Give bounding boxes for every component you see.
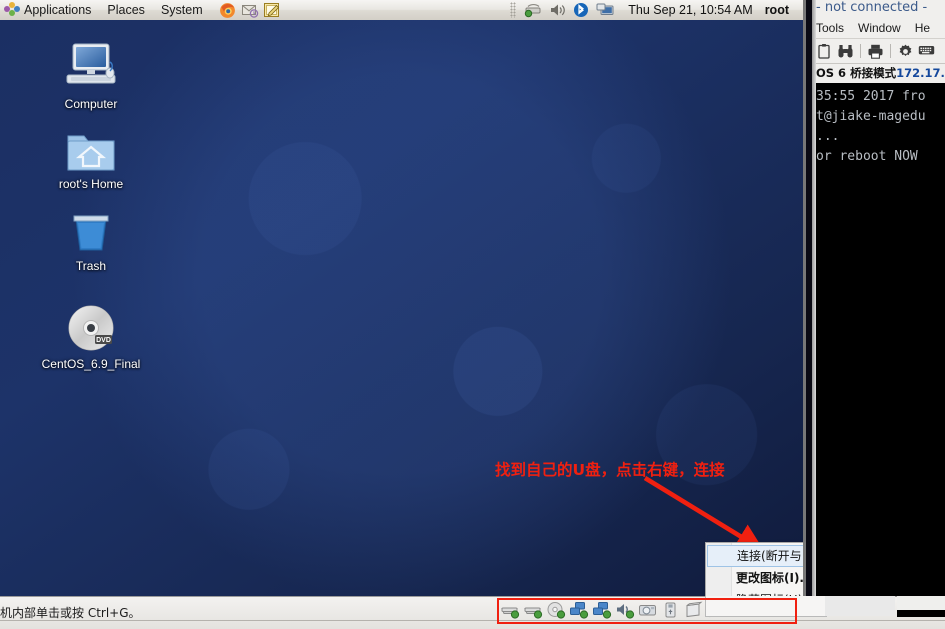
- securecrt-session-tab[interactable]: OS 6 桥接模式 172.17.2: [816, 64, 945, 82]
- panel-clock[interactable]: Thu Sep 21, 10:54 AM: [618, 3, 762, 17]
- securecrt-bottom-strip: [897, 610, 945, 617]
- desktop-icon-label: root's Home: [58, 177, 124, 191]
- session-tab-label: OS 6 桥接模式: [816, 66, 897, 80]
- menu-system[interactable]: System: [153, 1, 211, 20]
- securecrt-menubar: Tools Window He: [816, 18, 945, 39]
- network-icon[interactable]: [522, 1, 544, 20]
- securecrt-toolbar: [816, 39, 945, 64]
- gnome-top-panel: Applications Places System Thu Sep 21, 1…: [0, 0, 803, 21]
- status-bar-divider: [0, 620, 945, 621]
- securecrt-statusbar: [897, 596, 945, 610]
- panel-tray: Thu Sep 21, 10:54 AM root: [506, 1, 803, 20]
- securecrt-titlebar: - not connected -: [816, 0, 928, 15]
- context-menu-item-hide-icon[interactable]: 隐藏图标(H): [706, 589, 803, 596]
- vmware-status-message: 机内部单击或按 Ctrl+G。: [0, 606, 141, 620]
- desktop-icon-trash[interactable]: Trash: [31, 202, 151, 273]
- panel-grip[interactable]: [510, 2, 517, 18]
- desktop-wallpaper[interactable]: Computer root's Home Trash DVD CentOS_6.…: [0, 20, 803, 596]
- home-folder-icon: [31, 120, 151, 174]
- desktop-icon-centos-dvd[interactable]: DVD CentOS_6.9_Final: [31, 300, 151, 371]
- toolbar-separator: [860, 44, 861, 58]
- print-icon[interactable]: [867, 43, 884, 60]
- bluetooth-icon[interactable]: [570, 1, 592, 20]
- terminal-output[interactable]: 35:55 2017 fro t@jiake-magedu ... or reb…: [816, 83, 945, 596]
- svg-text:DVD: DVD: [96, 337, 111, 344]
- menu-applications[interactable]: Applications: [0, 1, 99, 20]
- menu-window[interactable]: Window: [858, 21, 901, 35]
- computer-icon: [31, 40, 151, 94]
- statusbar-right-filler: [825, 596, 895, 616]
- toolbar-separator: [890, 44, 891, 58]
- terminal-line: ...: [816, 129, 840, 144]
- menu-places[interactable]: Places: [99, 1, 153, 20]
- centos-logo-icon: [4, 1, 21, 17]
- dvd-disc-icon: DVD: [31, 300, 151, 354]
- firefox-icon[interactable]: [217, 1, 239, 20]
- desktop-icon-home[interactable]: root's Home: [31, 120, 151, 191]
- desktop-icon-computer[interactable]: Computer: [31, 40, 151, 111]
- desktop-icon-label: Computer: [64, 97, 118, 111]
- vm-window-border: [803, 0, 806, 596]
- session-tab-ip: 172.17.2: [896, 66, 945, 80]
- usb-context-menu[interactable]: 连接(断开与 主机 的连接)(C) 更改图标(I)... 隐藏图标(H): [705, 542, 803, 596]
- evolution-mail-icon[interactable]: [239, 1, 261, 20]
- keyboard-icon[interactable]: [918, 43, 935, 60]
- menu-applications-label: Applications: [24, 2, 92, 17]
- desktop-icon-label: Trash: [75, 259, 107, 273]
- clipboard-icon[interactable]: [816, 43, 833, 60]
- annotation-text: 找到自己的U盘，点击右键，连接: [495, 461, 725, 479]
- desktop-icon-label: CentOS_6.9_Final: [41, 357, 141, 371]
- panel-user-menu[interactable]: root: [765, 3, 797, 17]
- menu-tools[interactable]: Tools: [816, 21, 844, 35]
- binoculars-find-icon[interactable]: [837, 43, 854, 60]
- device-tray-highlight-box: [497, 598, 797, 624]
- terminal-line: t@jiake-magedu: [816, 109, 926, 124]
- vm-guest-screen[interactable]: Applications Places System Thu Sep 21, 1…: [0, 0, 803, 596]
- context-menu-item-connect[interactable]: 连接(断开与 主机 的连接)(C): [707, 545, 803, 567]
- menu-help[interactable]: He: [915, 21, 930, 35]
- text-editor-icon[interactable]: [261, 1, 283, 20]
- gear-settings-icon[interactable]: [897, 43, 914, 60]
- terminal-line: 35:55 2017 fro: [816, 89, 926, 104]
- display-icon[interactable]: [594, 1, 616, 20]
- terminal-line: or reboot NOW: [816, 149, 918, 164]
- context-menu-item-change-icon[interactable]: 更改图标(I)...: [706, 567, 803, 589]
- volume-icon[interactable]: [546, 1, 568, 20]
- trash-icon: [31, 202, 151, 256]
